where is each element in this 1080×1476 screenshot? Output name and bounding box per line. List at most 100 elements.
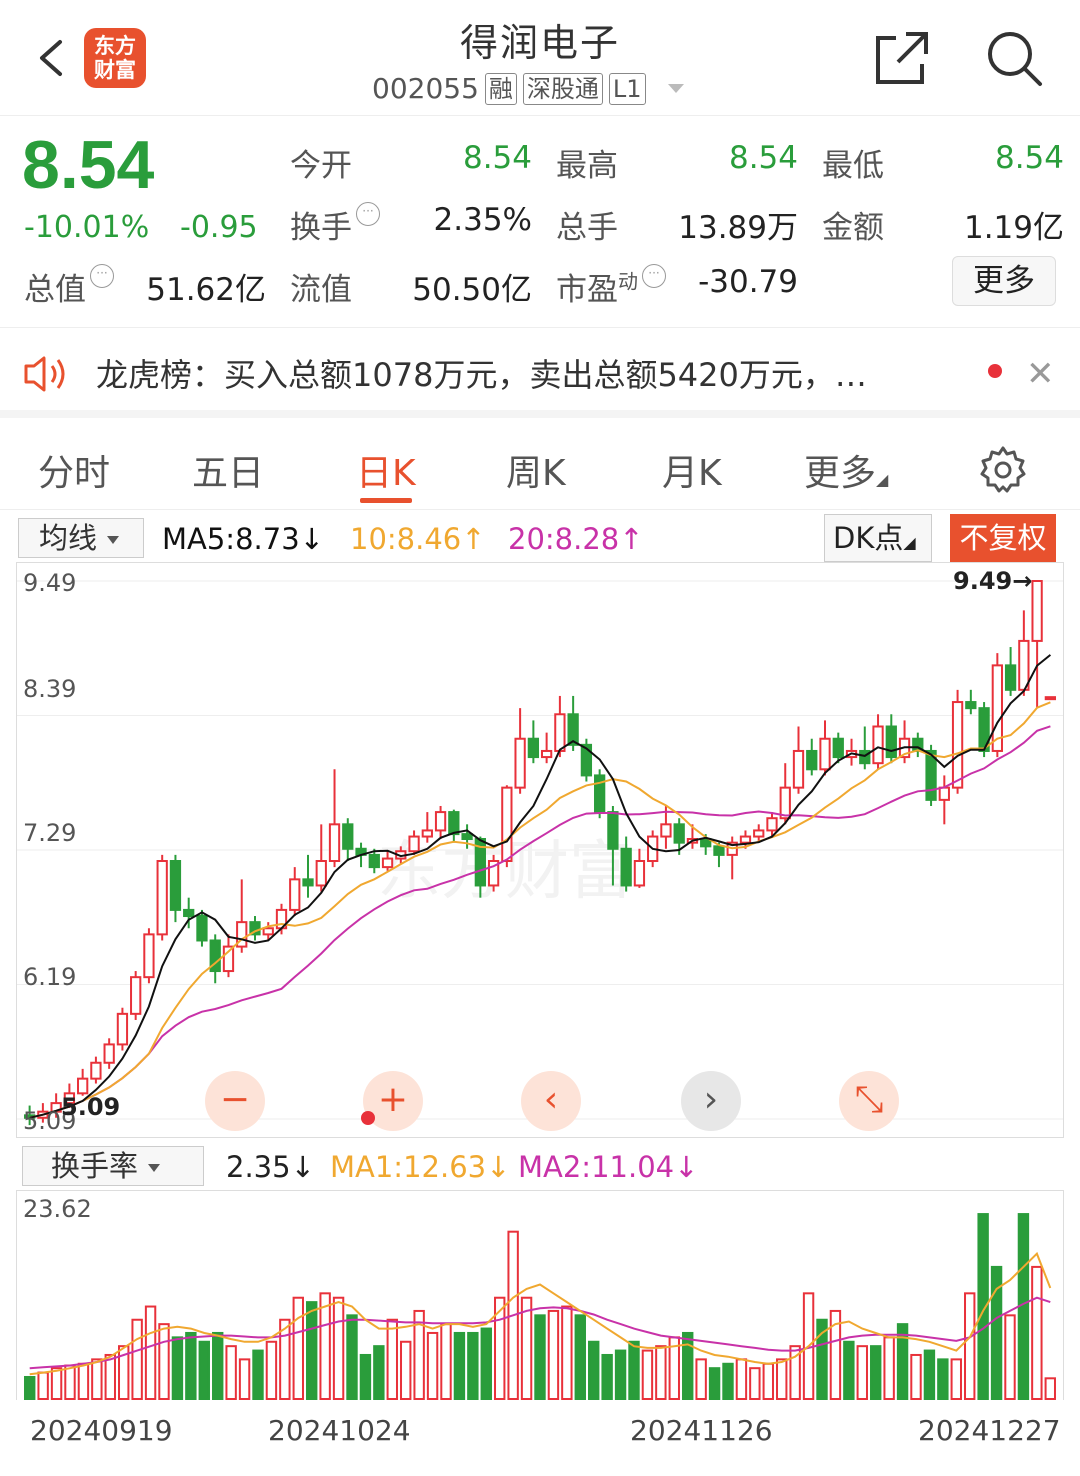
kline-chart[interactable]: 东方财富 9.49 8.39 7.29 6.19 5.09 9.49→ 5.09… [16, 562, 1064, 1138]
turnover-bar [1031, 1265, 1043, 1400]
turnover-bar [534, 1314, 546, 1400]
x-tick-label: 20241126 [630, 1414, 773, 1447]
news-banner[interactable]: 龙虎榜：买入总额1078万元，卖出总额5420万元，… [0, 328, 1080, 418]
turnover-bar [762, 1362, 774, 1401]
candle [580, 738, 593, 782]
margin-tag: 融 [484, 72, 517, 105]
candle-body [421, 829, 433, 838]
candle-body [381, 857, 394, 869]
indicator-select[interactable]: 均线 [18, 518, 144, 558]
candle-body [77, 1077, 89, 1095]
candle-body [130, 976, 142, 1015]
turnover-bar [37, 1371, 49, 1400]
market-cap-label[interactable]: 总值 ··· [24, 264, 114, 309]
turnover-bar [426, 1331, 439, 1400]
volume-value: 13.89万 [678, 210, 798, 246]
news-text[interactable]: 龙虎榜：买入总额1078万元，卖出总额5420万元，… [96, 350, 946, 396]
tab-intraday[interactable]: 分时 [38, 444, 110, 496]
chevron-down-icon[interactable] [667, 84, 684, 93]
turnover-bar [467, 1331, 479, 1400]
info-icon[interactable]: ··· [356, 202, 380, 226]
candle-body [1018, 639, 1030, 691]
turnover-bar [682, 1331, 694, 1400]
candle [77, 1068, 89, 1096]
turnover-value: 2.35% [433, 202, 532, 238]
turnover-bar [950, 1358, 962, 1400]
float-cap-label: 流值 [290, 272, 352, 308]
turnover-svg[interactable] [17, 1191, 1063, 1401]
no-adjust-button[interactable]: 不复权 [950, 514, 1056, 562]
tab-five-day[interactable]: 五日 [192, 444, 264, 496]
info-icon[interactable]: ··· [90, 264, 114, 288]
candle [594, 769, 606, 819]
turnover-bar [964, 1292, 976, 1400]
candle-body [620, 847, 632, 887]
info-icon[interactable]: ··· [642, 264, 666, 288]
candle-body [368, 853, 380, 869]
y-tick-label: 23.62 [23, 1195, 92, 1223]
candle [859, 726, 871, 770]
pe-label[interactable]: 市盈动 ··· [556, 264, 666, 309]
stock-code-line[interactable]: 002055 融 深股通 L1 [372, 72, 684, 105]
ma20-value: 20:8.28↑ [508, 522, 644, 556]
candle-body [779, 786, 791, 820]
candle [792, 726, 805, 794]
turnover-bar [440, 1323, 452, 1400]
y-tick-label: 6.19 [23, 963, 77, 991]
search-icon[interactable] [984, 28, 1044, 88]
candle-body [328, 823, 341, 863]
turnover-bar [937, 1358, 949, 1400]
candle [514, 708, 526, 794]
low-label: 最低 [822, 148, 884, 184]
turnover-bar [776, 1358, 788, 1400]
share-icon[interactable] [872, 28, 932, 88]
scroll-left-button[interactable]: ‹ [521, 1071, 581, 1131]
tab-weekly-k[interactable]: 周K [506, 444, 566, 496]
dk-point-button[interactable]: DK点◢ [824, 514, 932, 562]
close-icon[interactable]: ✕ [1026, 354, 1055, 394]
tab-more[interactable]: 更多◢ [804, 444, 888, 496]
candle [103, 1038, 115, 1069]
float-cap-value: 50.50亿 [412, 272, 532, 308]
candle [527, 720, 540, 764]
turnover-value: 2.35↓ [226, 1150, 315, 1184]
tab-monthly-k[interactable]: 月K [662, 444, 722, 496]
turnover-bar [104, 1353, 116, 1400]
turnover-bar [292, 1296, 304, 1400]
candle [540, 732, 553, 764]
turnover-bar [198, 1340, 210, 1401]
more-button[interactable]: 更多 [952, 256, 1056, 306]
market-cap-value: 51.62亿 [146, 272, 266, 308]
zoom-out-button[interactable]: − [205, 1071, 265, 1131]
candle [249, 916, 261, 941]
turnover-legend-row: 换手率 2.35↓ MA1:12.63↓ MA2:11.04↓ [0, 1140, 1080, 1190]
turnover-bar [265, 1340, 278, 1401]
candle-body [408, 835, 420, 853]
candle [342, 818, 354, 862]
gear-icon[interactable] [978, 444, 1028, 494]
candle-body [262, 927, 274, 936]
turnover-label[interactable]: 换手 ··· [290, 202, 380, 247]
kline-svg[interactable]: 东方财富 [17, 563, 1063, 1137]
sub-indicator-select[interactable]: 换手率 [22, 1146, 204, 1186]
candle-body [116, 1012, 129, 1046]
volume-label: 总手 [556, 210, 618, 246]
candle [819, 720, 831, 776]
candle-body [938, 786, 950, 801]
candle-body [673, 823, 685, 844]
pe-value: -30.79 [698, 264, 798, 300]
candle-body [156, 860, 168, 936]
scroll-right-button[interactable]: › [681, 1071, 741, 1131]
candle [1004, 647, 1017, 696]
turnover-chart[interactable]: 23.62 [16, 1190, 1064, 1401]
turnover-bar [91, 1358, 103, 1400]
candle-body [90, 1061, 102, 1080]
candle [289, 867, 301, 917]
fullscreen-button[interactable]: ⤡ [839, 1071, 899, 1131]
turnover-bar [64, 1364, 76, 1400]
tab-daily-k[interactable]: 日K [356, 444, 416, 496]
top-bar: 东方 财富 得润电子 002055 融 深股通 L1 [0, 0, 1080, 116]
open-value: 8.54 [462, 140, 532, 176]
y-tick-label: 8.39 [23, 675, 77, 703]
turnover-bar [749, 1367, 761, 1401]
